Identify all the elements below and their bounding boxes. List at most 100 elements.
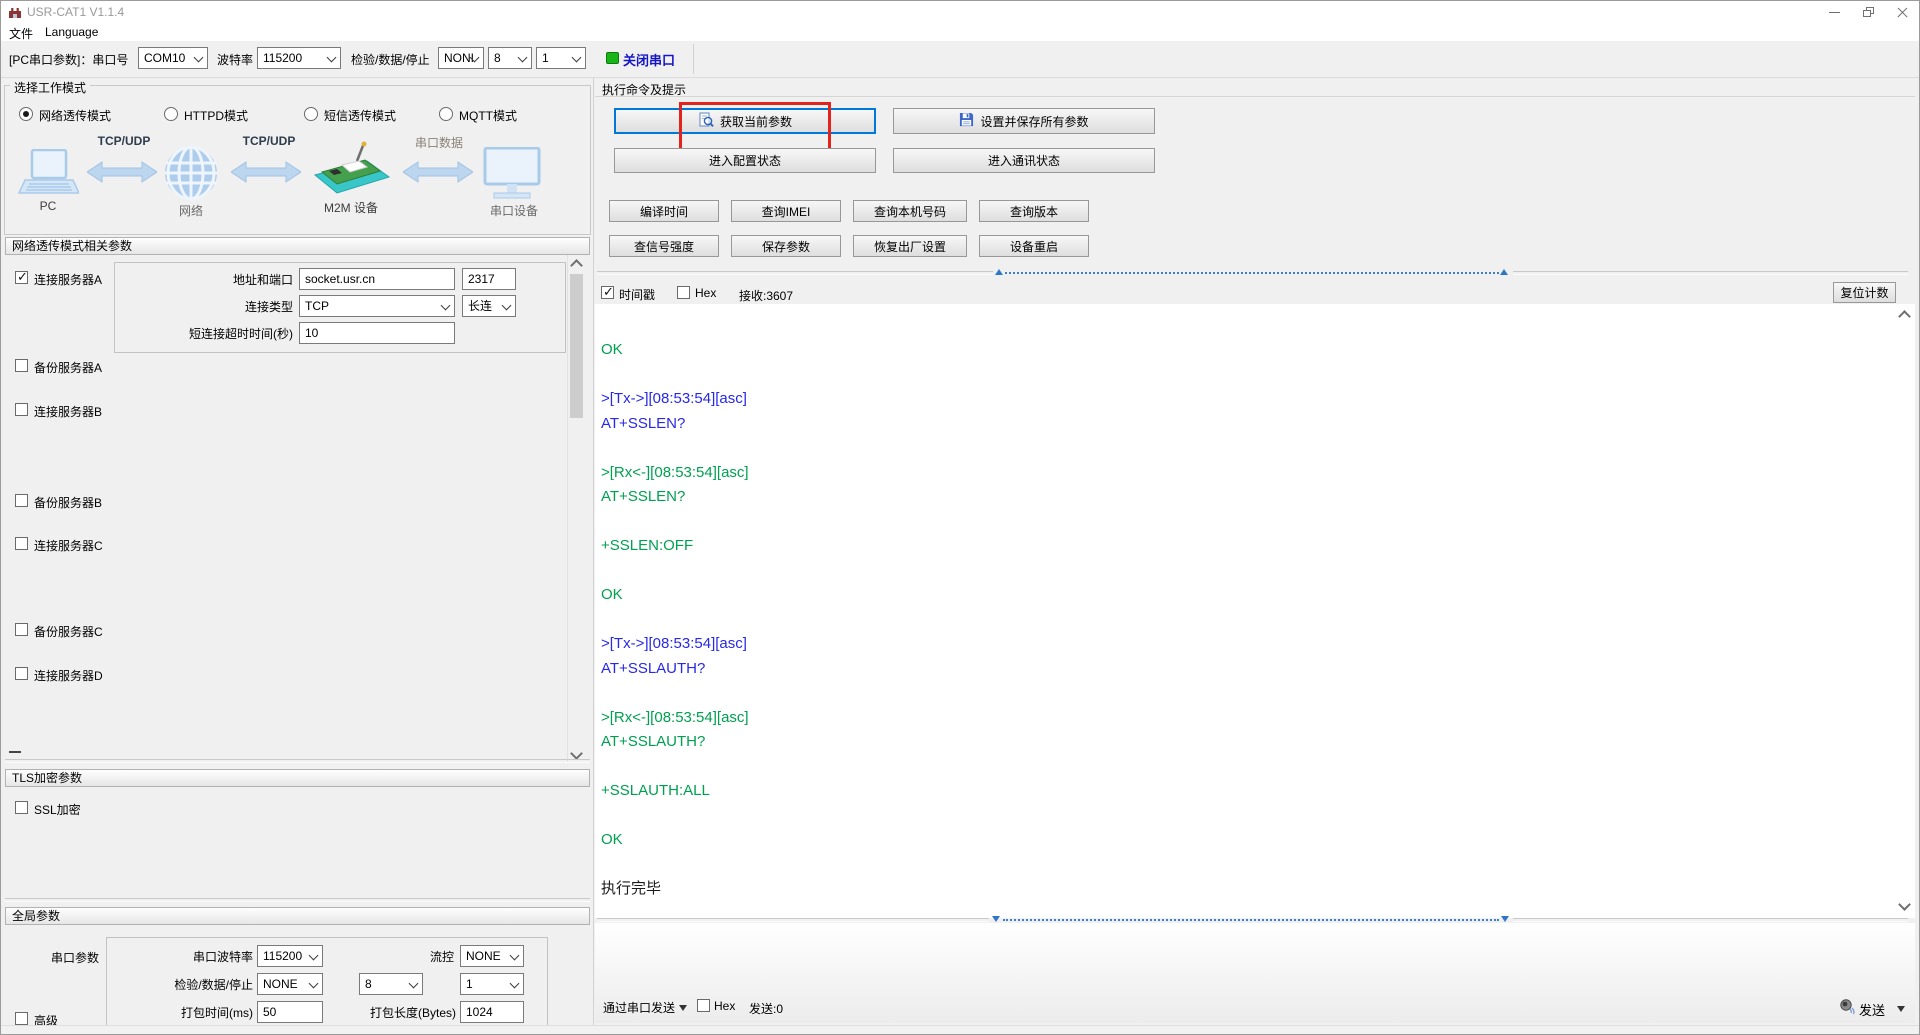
radio-httpd[interactable]	[164, 107, 178, 121]
server-c-checkbox[interactable]	[15, 537, 28, 550]
close-button[interactable]	[1885, 1, 1919, 23]
minimize-icon	[1828, 11, 1840, 13]
pack-len-input[interactable]: 1024	[460, 1001, 524, 1023]
ssl-checkbox[interactable]	[15, 801, 28, 814]
top-slider-track[interactable]	[597, 271, 993, 275]
net-params-scrollbar[interactable]	[567, 255, 585, 763]
slider-thumb-icon[interactable]	[995, 269, 1003, 275]
menu-bar: 文件 Language	[1, 23, 1919, 41]
timestamp-checkbox[interactable]	[601, 284, 614, 300]
enter-comm-button[interactable]: 进入通讯状态	[893, 148, 1155, 173]
radio-net-passthrough[interactable]	[19, 107, 33, 121]
pack-time-input[interactable]: 50	[257, 1001, 323, 1023]
parity-select[interactable]: NONI	[438, 47, 484, 69]
send-input-area[interactable]	[595, 923, 1915, 1023]
chevron-down-icon	[571, 52, 582, 63]
menu-language[interactable]: Language	[45, 25, 98, 39]
close-serial-button[interactable]: 关闭串口	[623, 50, 675, 69]
link-tcpudp-1-label: TCP/UDP	[97, 134, 151, 148]
link-tcpudp-2-label: TCP/UDP	[242, 134, 296, 148]
clipped-item-dash	[9, 751, 21, 753]
serial-device-icon	[481, 146, 543, 206]
baud-select[interactable]: 115200	[257, 47, 341, 69]
conn-type-select[interactable]: TCP	[299, 295, 455, 317]
server-address-input[interactable]: socket.usr.cn	[299, 268, 455, 290]
backup-c-checkbox[interactable]	[15, 623, 28, 636]
databits-select[interactable]: 8	[488, 47, 532, 69]
timeout-input[interactable]: 10	[299, 322, 455, 344]
log-scroll-up-icon[interactable]	[1898, 310, 1911, 323]
tls-header: TLS加密参数	[5, 769, 590, 787]
minimize-button[interactable]	[1817, 1, 1851, 23]
bottom-slider-track[interactable]	[597, 918, 989, 922]
g-parity-select[interactable]: NONE	[257, 973, 323, 995]
server-port-input[interactable]: 2317	[462, 268, 516, 290]
send-via-serial-button[interactable]: 通过串口发送	[603, 999, 675, 1016]
scroll-down-icon[interactable]	[570, 747, 583, 760]
top-slider-track[interactable]	[1513, 271, 1908, 275]
speaker-icon	[1839, 998, 1856, 1018]
send-dropdown-icon[interactable]	[1897, 1006, 1905, 1012]
save-params-button[interactable]: 保存参数	[731, 235, 841, 257]
compile-time-button[interactable]: 编译时间	[609, 200, 719, 222]
net-params-header: 网络透传模式相关参数	[5, 237, 590, 255]
conn-mode-select[interactable]: 长连	[462, 295, 516, 317]
server-b-checkbox[interactable]	[15, 403, 28, 416]
log-scroll-down-icon[interactable]	[1898, 898, 1911, 911]
chevron-down-icon	[326, 52, 337, 63]
slider-thumb-icon[interactable]	[1500, 269, 1508, 275]
title-bar[interactable]: USR-CAT1 V1.1.4	[1, 1, 1919, 23]
send-hex-checkbox[interactable]	[697, 999, 710, 1012]
server-d-label: 连接服务器D	[34, 669, 103, 683]
send-via-dropdown-icon[interactable]	[679, 1005, 687, 1011]
device-restart-button[interactable]: 设备重启	[979, 235, 1089, 257]
get-params-label: 获取当前参数	[719, 114, 792, 129]
panel-divider	[593, 77, 594, 1034]
flow-label: 流控	[429, 950, 454, 964]
addr-port-label: 地址和端口	[232, 273, 293, 287]
app-icon	[8, 5, 22, 22]
log-hex-checkbox[interactable]	[677, 286, 690, 299]
section-divider	[5, 759, 590, 763]
chevron-down-icon	[408, 978, 419, 989]
query-version-button[interactable]: 查询版本	[979, 200, 1089, 222]
enter-config-button[interactable]: 进入配置状态	[614, 148, 876, 173]
advanced-checkbox[interactable]	[15, 1012, 28, 1025]
backup-a-checkbox[interactable]	[15, 359, 28, 372]
slider-thumb-icon[interactable]	[1501, 916, 1509, 922]
set-save-params-button[interactable]: 设置并保存所有参数	[893, 108, 1155, 134]
menu-file[interactable]: 文件	[9, 25, 33, 42]
stopbits-select[interactable]: 1	[536, 47, 586, 69]
g-stopbits-select[interactable]: 1	[460, 973, 524, 995]
scroll-up-icon[interactable]	[570, 259, 583, 272]
flow-select[interactable]: NONE	[460, 945, 524, 967]
slider-thumb-icon[interactable]	[992, 916, 1000, 922]
bottom-slider-dotted[interactable]	[1003, 919, 1499, 921]
backup-b-checkbox[interactable]	[15, 494, 28, 507]
scrollbar-thumb[interactable]	[570, 274, 583, 418]
server-a-label: 连接服务器A	[34, 273, 103, 287]
server-d-checkbox[interactable]	[15, 667, 28, 680]
g-baud-select[interactable]: 115200	[257, 945, 323, 967]
log-output-area[interactable]: OK >[Tx->][08:53:54][asc] AT+SSLEN? >[Rx<…	[595, 304, 1915, 918]
query-imei-button[interactable]: 查询IMEI	[731, 200, 841, 222]
chevron-down-icon	[501, 300, 512, 311]
reset-count-button[interactable]: 复位计数	[1833, 282, 1896, 303]
factory-reset-button[interactable]: 恢复出厂设置	[853, 235, 967, 257]
query-signal-button[interactable]: 查信号强度	[609, 235, 719, 257]
com-port-value: COM10	[144, 51, 186, 65]
chevron-down-icon	[308, 950, 319, 961]
server-a-checkbox[interactable]	[15, 269, 28, 285]
radio-sms-passthrough[interactable]	[304, 107, 318, 121]
radio-mqtt[interactable]	[439, 107, 453, 121]
g-databits-select[interactable]: 8	[359, 973, 423, 995]
get-params-button[interactable]: 获取当前参数	[614, 108, 876, 134]
com-port-select[interactable]: COM10	[138, 47, 208, 69]
query-number-button[interactable]: 查询本机号码	[853, 200, 967, 222]
chevron-down-icon	[308, 978, 319, 989]
baud-value: 115200	[263, 51, 303, 65]
bottom-slider-track[interactable]	[1513, 918, 1908, 922]
send-button[interactable]: 发送	[1859, 1000, 1885, 1019]
top-slider-dotted[interactable]	[1005, 272, 1499, 274]
restore-button[interactable]	[1851, 1, 1885, 23]
